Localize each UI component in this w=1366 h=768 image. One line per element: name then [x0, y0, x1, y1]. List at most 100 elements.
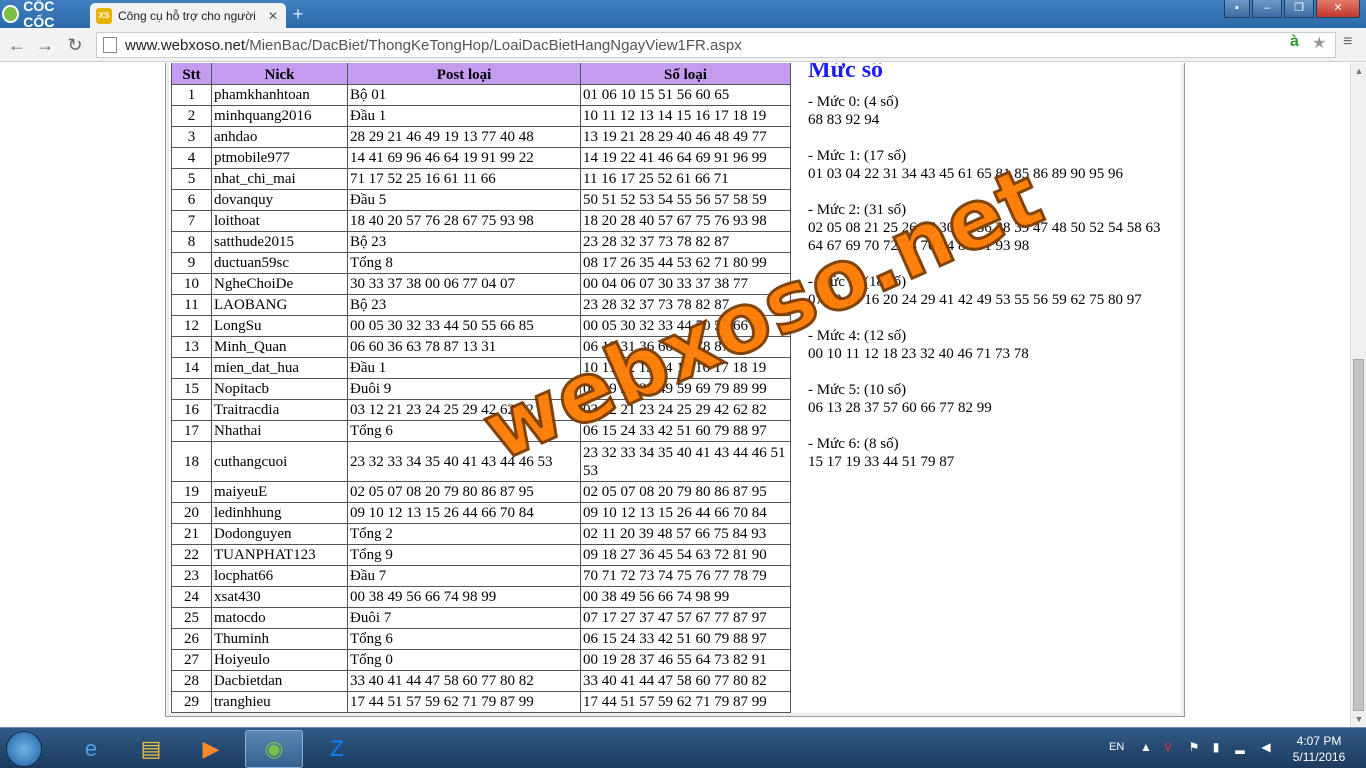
- maximize-button[interactable]: ❐: [1284, 0, 1314, 18]
- table-row: 18 cuthangcuoi 23 32 33 34 35 40 41 43 44 …: [171, 441, 791, 482]
- row-post-loai: Đầu 5: [347, 189, 581, 211]
- row-nick: Dodonguyen: [211, 523, 348, 545]
- tab-close-icon[interactable]: ✕: [266, 9, 280, 23]
- back-arrow-icon[interactable]: ←: [6, 34, 28, 56]
- row-stt: 2: [171, 105, 212, 127]
- row-nick: Nhathai: [211, 420, 348, 442]
- row-stt: 5: [171, 168, 212, 190]
- clock-time: 4:07 PM: [1296, 734, 1342, 748]
- tab-title: Công cụ hỗ trợ cho người: [118, 8, 256, 23]
- close-window-button[interactable]: ✕: [1316, 0, 1360, 18]
- bookmark-star-icon[interactable]: ★: [1312, 33, 1326, 53]
- antivirus-tray-icon[interactable]: V: [1160, 740, 1176, 756]
- row-post-loai: Bộ 23: [347, 294, 581, 316]
- scroll-thumb[interactable]: [1353, 359, 1364, 711]
- muc-group: - Mức 6: (8 số) 15 17 19 33 44 51 79 87: [808, 435, 1178, 471]
- row-stt: 12: [171, 315, 212, 337]
- network-signal-icon[interactable]: ▂: [1232, 740, 1248, 756]
- battery-icon[interactable]: ▮: [1208, 740, 1224, 756]
- title-bar: CỐC CỐC XS Công cụ hỗ trợ cho người ✕ + …: [0, 0, 1366, 30]
- browser-toolbar: ← → ↻ www.webxoso.net/MienBac/DacBiet/Th…: [0, 28, 1366, 62]
- row-so-loai: 09 18 27 36 45 54 63 72 81 90: [580, 544, 791, 566]
- scroll-up-icon[interactable]: ▲: [1351, 63, 1366, 79]
- row-post-loai: Đầu 7: [347, 565, 581, 587]
- table-row: 19 maiyeuE 02 05 07 08 20 79 80 86 87 95 02…: [171, 481, 791, 503]
- header-stt: Stt: [171, 63, 212, 85]
- row-nick: LongSu: [211, 315, 348, 337]
- row-so-loai: 50 51 52 53 54 55 56 57 58 59: [580, 189, 791, 211]
- scroll-down-icon[interactable]: ▼: [1351, 711, 1366, 727]
- start-button[interactable]: [6, 731, 42, 767]
- browser-logo-text: CỐC CỐC: [23, 0, 55, 30]
- muc-so-title: Mức số: [808, 63, 884, 83]
- internet-explorer-icon[interactable]: e: [62, 730, 120, 768]
- row-so-loai: 02 05 07 08 20 79 80 86 87 95: [580, 481, 791, 503]
- row-nick: phamkhanhtoan: [211, 84, 348, 106]
- table-row: 8 satthude2015 Bộ 23 23 28 32 37 73 78 82 8…: [171, 231, 791, 253]
- new-tab-button[interactable]: +: [288, 5, 308, 25]
- row-post-loai: Đầu 1: [347, 105, 581, 127]
- row-stt: 14: [171, 357, 212, 379]
- url-host: www.webxoso.net: [125, 36, 246, 54]
- row-nick: ledinhhung: [211, 502, 348, 524]
- menu-icon[interactable]: ≡: [1343, 33, 1352, 51]
- row-so-loai: 06 15 24 33 42 51 60 79 88 97: [580, 628, 791, 650]
- minimize-button[interactable]: –: [1252, 0, 1282, 18]
- action-center-icon[interactable]: ⚑: [1186, 740, 1202, 756]
- row-stt: 21: [171, 523, 212, 545]
- row-post-loai: Tổng 6: [347, 628, 581, 650]
- vertical-scrollbar[interactable]: ▲ ▼: [1350, 63, 1366, 727]
- header-so-loai: Số loại: [580, 63, 791, 85]
- muc-group-label: - Mức 0: (4 số): [808, 94, 899, 110]
- row-so-loai: 23 28 32 37 73 78 82 87: [580, 231, 791, 253]
- coccoc-typing-icon[interactable]: à: [1290, 33, 1299, 51]
- row-stt: 17: [171, 420, 212, 442]
- row-nick: Traitracdia: [211, 399, 348, 421]
- row-so-loai: 07 17 27 37 47 57 67 77 87 97: [580, 607, 791, 629]
- row-nick: Hoiyeulo: [211, 649, 348, 671]
- row-nick: mien_dat_hua: [211, 357, 348, 379]
- coccoc-taskbar-icon[interactable]: ◉: [245, 730, 303, 768]
- row-so-loai: 00 38 49 56 66 74 98 99: [580, 586, 791, 608]
- file-explorer-icon[interactable]: ▤: [122, 730, 180, 768]
- zalo-taskbar-icon[interactable]: Z: [308, 730, 366, 768]
- url-path: /MienBac/DacBiet/ThongKeTongHop/LoaiDacB…: [245, 36, 742, 54]
- row-so-loai: 14 19 22 41 46 64 69 91 96 99: [580, 147, 791, 169]
- muc-group-numbers: 15 17 19 33 44 51 79 87: [808, 454, 955, 470]
- forward-arrow-icon[interactable]: →: [34, 34, 56, 56]
- row-nick: LAOBANG: [211, 294, 348, 316]
- muc-group-numbers: 06 13 28 37 57 60 66 77 82 99: [808, 400, 992, 416]
- row-nick: Thuminh: [211, 628, 348, 650]
- row-so-loai: 70 71 72 73 74 75 76 77 78 79: [580, 565, 791, 587]
- row-nick: Nopitacb: [211, 378, 348, 400]
- row-stt: 25: [171, 607, 212, 629]
- table-row: 20 ledinhhung 09 10 12 13 15 26 44 66 70 8…: [171, 502, 791, 524]
- reload-icon[interactable]: ↻: [64, 34, 86, 56]
- table-row: 26 Thuminh Tổng 6 06 15 24 33 42 51 60 79 8…: [171, 628, 791, 650]
- address-bar[interactable]: www.webxoso.net/MienBac/DacBiet/ThongKeT…: [96, 32, 1336, 58]
- table-row: 24 xsat430 00 38 49 56 66 74 98 99 00 38 49…: [171, 586, 791, 608]
- language-indicator[interactable]: EN: [1109, 741, 1124, 753]
- muc-group-label: - Mức 4: (12 số): [808, 328, 907, 344]
- row-post-loai: 00 05 30 32 33 44 50 55 66 85: [347, 315, 581, 337]
- tray-expand-icon[interactable]: ▲: [1138, 740, 1154, 756]
- row-post-loai: Tổng 9: [347, 544, 581, 566]
- table-row: 17 Nhathai Tổng 6 06 15 24 33 42 51 60 79 8…: [171, 420, 791, 442]
- row-nick: NgheChoiDe: [211, 273, 348, 295]
- tab-active[interactable]: XS Công cụ hỗ trợ cho người ✕: [90, 3, 286, 28]
- row-stt: 1: [171, 84, 212, 106]
- clock[interactable]: 4:07 PM 5/11/2016: [1286, 733, 1352, 765]
- coccoc-logo-icon: [2, 5, 20, 23]
- table-row: 3 anhdao 28 29 21 46 49 19 13 77 40 48 13 1…: [171, 126, 791, 148]
- user-icon[interactable]: ▪: [1224, 0, 1250, 18]
- row-stt: 9: [171, 252, 212, 274]
- browser-logo[interactable]: CỐC CỐC: [2, 0, 86, 30]
- table-row: 27 Hoiyeulo Tổng 0 00 19 28 37 46 55 64 73 …: [171, 649, 791, 671]
- row-stt: 8: [171, 231, 212, 253]
- volume-icon[interactable]: ◀: [1258, 740, 1274, 756]
- row-so-loai: 01 06 10 15 51 56 60 65: [580, 84, 791, 106]
- row-stt: 24: [171, 586, 212, 608]
- row-nick: Dacbietdan: [211, 670, 348, 692]
- row-stt: 15: [171, 378, 212, 400]
- media-player-icon[interactable]: ▶: [182, 730, 240, 768]
